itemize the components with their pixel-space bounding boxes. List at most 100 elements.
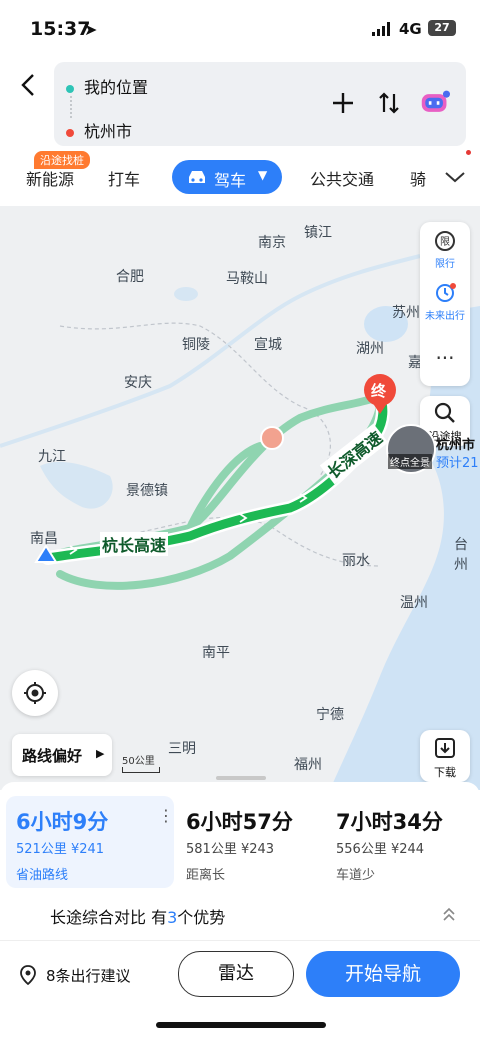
- route-label: 车道少: [336, 868, 376, 883]
- city-label: 福州: [294, 757, 322, 773]
- map-scale: 50公里: [122, 752, 160, 773]
- future-trip-label: 未来出行: [425, 311, 465, 322]
- city-label: 铜陵: [182, 337, 210, 353]
- route-distance: 521公里: [16, 842, 67, 857]
- pin-icon: [20, 965, 36, 985]
- map-view[interactable]: 杭长高速 长深高速 终 南京 镇江 合肥 马鞍山 苏州 铜陵 宣城 湖州 嘉 安…: [0, 206, 480, 790]
- route-label: 省油路线: [16, 868, 69, 883]
- locate-icon: [24, 682, 46, 704]
- city-label: 安庆: [124, 375, 152, 391]
- trip-suggestions-link[interactable]: 8条出行建议: [46, 965, 131, 986]
- city-label: 宁德: [316, 707, 344, 723]
- comparison-count: 3: [167, 908, 178, 927]
- city-label: 合肥: [116, 269, 144, 285]
- city-label: 苏州: [392, 305, 420, 321]
- destination-field[interactable]: 杭州市: [66, 118, 132, 142]
- route-distance-toll: 521公里 ¥241: [16, 838, 104, 857]
- map-tools-panel: 限 限行 未来出行 ···: [420, 222, 470, 386]
- origin-label: 我的位置: [84, 78, 149, 97]
- download-icon: [435, 738, 455, 758]
- tab-drive[interactable]: 驾车 ▼: [172, 160, 282, 194]
- route-duration: 6小时9分: [16, 810, 109, 834]
- future-trip-button[interactable]: 未来出行: [420, 282, 470, 322]
- tab-drive-label: 驾车: [214, 171, 247, 190]
- car-icon: [189, 171, 205, 183]
- city-label: 南平: [202, 645, 230, 661]
- restriction-label: 限行: [435, 259, 455, 270]
- tab-public-transit[interactable]: 公共交通: [310, 166, 374, 190]
- sheet-handle[interactable]: [216, 776, 266, 780]
- location-arrow-icon: ➤: [84, 20, 98, 39]
- scale-label: 50公里: [122, 756, 155, 767]
- route-distance: 581公里: [186, 842, 237, 857]
- comparison-text: 长途综合对比 有3个优势: [50, 904, 225, 928]
- city-label: 南昌: [30, 531, 58, 547]
- tab-bike[interactable]: 骑: [410, 166, 426, 190]
- route-preference-label: 路线偏好: [22, 747, 83, 765]
- comparison-prefix: 长途综合对比 有: [50, 908, 168, 927]
- destination-preview[interactable]: 终点全景 杭州市 预计21: [386, 424, 480, 476]
- svg-text:限: 限: [440, 236, 450, 248]
- route-distance-toll: 581公里 ¥243: [186, 838, 274, 857]
- comparison-suffix: 个优势: [177, 908, 226, 927]
- network-type: 4G: [399, 20, 422, 38]
- tab-new-energy[interactable]: 新能源: [26, 166, 74, 190]
- city-label: 马鞍山: [226, 271, 268, 287]
- search-icon: [434, 402, 455, 423]
- scale-bar: [122, 767, 160, 773]
- battery-icon: 27: [428, 20, 456, 36]
- destination-label: 杭州市: [84, 122, 133, 141]
- restriction-icon: 限: [435, 231, 455, 251]
- bottom-action-bar: 8条出行建议 雷达 开始导航: [0, 940, 480, 1011]
- back-arrow-icon[interactable]: [16, 72, 42, 98]
- caret-right-icon: ▶: [96, 747, 105, 760]
- route-distance: 556公里: [336, 842, 387, 857]
- panorama-label: 终点全景: [388, 454, 432, 469]
- origin-dot-icon: [66, 84, 74, 93]
- status-bar: 15:37 ➤ 4G 27: [0, 0, 480, 58]
- comparison-row[interactable]: 长途综合对比 有3个优势: [0, 896, 480, 932]
- radar-button[interactable]: 雷达: [178, 951, 294, 997]
- start-navigation-button[interactable]: 开始导航: [306, 951, 460, 997]
- download-button[interactable]: 下载: [420, 730, 470, 782]
- notification-dot: [466, 150, 471, 155]
- city-label: 温州: [400, 595, 428, 611]
- route-duration: 7小时34分: [336, 810, 443, 834]
- double-chevron-up-icon[interactable]: [442, 906, 456, 922]
- city-label: 三明: [168, 741, 196, 757]
- clock-icon: [436, 283, 456, 302]
- locate-me-button[interactable]: [12, 670, 58, 716]
- destination-name-partial: 杭州市: [436, 438, 476, 453]
- caret-down-icon: ▼: [258, 168, 268, 182]
- route-card-2[interactable]: 6小时57分 581公里 ¥243 距离长: [176, 796, 324, 888]
- city-label: 丽水: [342, 553, 370, 569]
- city-label: 景德镇: [126, 483, 168, 499]
- city-label: 湖州: [356, 341, 384, 357]
- eta-partial: 预计21: [436, 456, 479, 471]
- add-waypoint-icon[interactable]: [328, 88, 358, 118]
- route-card-3[interactable]: 7小时34分 556公里 ¥244 车道少: [326, 796, 476, 888]
- city-label: 南京: [258, 235, 286, 251]
- city-label: 九江: [38, 449, 66, 465]
- city-label: 镇江: [304, 225, 332, 241]
- more-icon[interactable]: ···: [420, 346, 470, 370]
- route-input-box: 我的位置 杭州市: [54, 62, 466, 146]
- city-label: 台州: [454, 537, 468, 573]
- swap-icon[interactable]: [374, 88, 404, 118]
- route-duration: 6小时57分: [186, 810, 293, 834]
- route-toll: ¥243: [240, 842, 275, 857]
- route-card-1[interactable]: 6小时9分 ⋮ 521公里 ¥241 省油路线: [6, 796, 174, 888]
- route-connector: [70, 96, 72, 118]
- city-label: 宣城: [254, 337, 282, 353]
- restriction-button[interactable]: 限 限行: [420, 230, 470, 270]
- origin-field[interactable]: 我的位置: [66, 74, 148, 98]
- home-indicator: [156, 1022, 326, 1028]
- route-toll: ¥244: [390, 842, 425, 857]
- tab-taxi[interactable]: 打车: [108, 166, 140, 190]
- more-options-icon[interactable]: ⋮: [158, 806, 174, 825]
- end-marker[interactable]: 终: [371, 380, 386, 401]
- chevron-down-icon[interactable]: [444, 170, 466, 184]
- road-label-hangchang: 杭长高速: [100, 532, 169, 556]
- route-preference-button[interactable]: 路线偏好 ▶: [12, 734, 112, 776]
- ai-assistant-icon[interactable]: [420, 88, 450, 118]
